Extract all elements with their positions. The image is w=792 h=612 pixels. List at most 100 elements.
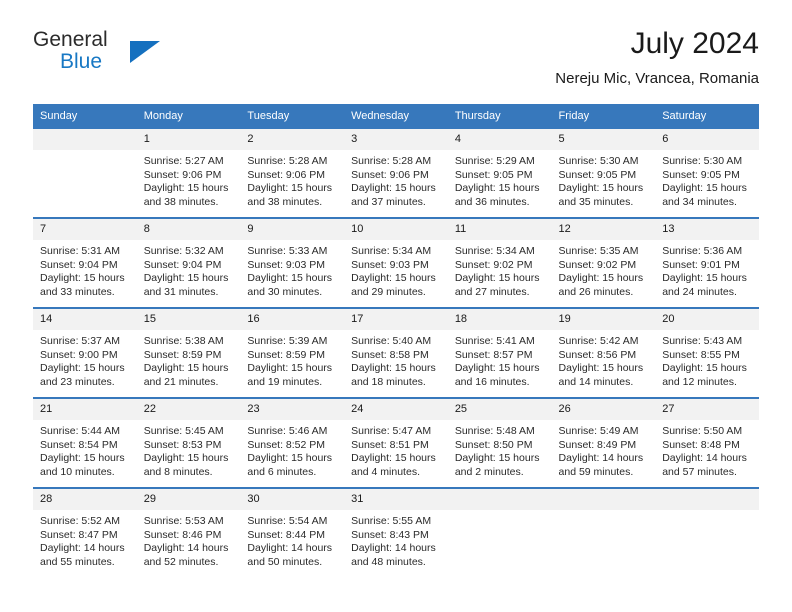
calendar-cell: 23 Sunrise: 5:46 AM Sunset: 8:52 PM Dayligh… [240,397,345,487]
weekday-header-friday: Friday [551,104,656,127]
day-cell[interactable]: 13 Sunrise: 5:36 AM Sunset: 9:01 PM Dayligh… [655,217,759,307]
day-cell[interactable]: 11 Sunrise: 5:34 AM Sunset: 9:02 PM Dayligh… [447,217,552,307]
day-number: 27 [655,399,759,420]
day-cell[interactable]: 31 Sunrise: 5:55 AM Sunset: 8:43 PM Dayligh… [344,487,448,577]
daylight-text: Daylight: 15 hours and 24 minutes. [662,272,747,298]
day-cell[interactable]: 22 Sunrise: 5:45 AM Sunset: 8:53 PM Dayligh… [136,397,241,487]
day-number: 23 [240,399,345,420]
daylight-text: Daylight: 14 hours and 50 minutes. [247,542,333,568]
sunset-text: Sunset: 9:05 PM [454,168,533,181]
day-number: 20 [655,309,759,330]
day-cell[interactable]: 8 Sunrise: 5:32 AM Sunset: 9:04 PM Daylight… [136,217,241,307]
day-cell[interactable]: 7 Sunrise: 5:31 AM Sunset: 9:04 PM Daylight… [33,217,137,307]
day-cell-empty [447,487,552,577]
day-details: Sunrise: 5:34 AM Sunset: 9:02 PM Daylight:… [448,240,552,299]
day-cell[interactable]: 14 Sunrise: 5:37 AM Sunset: 9:00 PM Dayligh… [33,307,137,397]
day-cell[interactable]: 28 Sunrise: 5:52 AM Sunset: 8:47 PM Dayligh… [33,487,137,577]
daylight-text: Daylight: 14 hours and 57 minutes. [662,452,747,478]
day-details: Sunrise: 5:44 AM Sunset: 8:54 PM Daylight:… [33,420,137,479]
day-cell[interactable]: 19 Sunrise: 5:42 AM Sunset: 8:56 PM Dayligh… [551,307,656,397]
day-number [551,489,656,510]
day-cell[interactable]: 23 Sunrise: 5:46 AM Sunset: 8:52 PM Dayligh… [240,397,345,487]
day-cell[interactable]: 15 Sunrise: 5:38 AM Sunset: 8:59 PM Dayligh… [136,307,241,397]
day-number: 12 [551,219,656,240]
calendar-cell: 20 Sunrise: 5:43 AM Sunset: 8:55 PM Dayligh… [655,307,759,397]
sunrise-text: Sunrise: 5:49 AM [558,425,639,437]
day-cell[interactable]: 2 Sunrise: 5:28 AM Sunset: 9:06 PM Daylight… [240,127,345,217]
sunrise-text: Sunrise: 5:37 AM [40,335,120,347]
calendar-cell: 1 Sunrise: 5:27 AM Sunset: 9:06 PM Daylight… [136,127,241,217]
weekday-headers: Sunday Monday Tuesday Wednesday Thursday Frid… [33,104,759,127]
sunset-text: Sunset: 8:52 PM [247,438,326,451]
day-cell[interactable]: 17 Sunrise: 5:40 AM Sunset: 8:58 PM Dayligh… [344,307,448,397]
day-cell[interactable]: 9 Sunrise: 5:33 AM Sunset: 9:03 PM Daylight… [240,217,345,307]
day-cell[interactable]: 18 Sunrise: 5:41 AM Sunset: 8:57 PM Dayligh… [447,307,552,397]
calendar-cell: 18 Sunrise: 5:41 AM Sunset: 8:57 PM Dayligh… [447,307,552,397]
sunset-text: Sunset: 8:47 PM [40,528,118,541]
day-details: Sunrise: 5:39 AM Sunset: 8:59 PM Daylight:… [240,330,344,389]
day-cell[interactable]: 12 Sunrise: 5:35 AM Sunset: 9:02 PM Dayligh… [551,217,656,307]
daylight-text: Daylight: 15 hours and 27 minutes. [454,272,540,298]
sunrise-text: Sunrise: 5:54 AM [247,515,328,527]
day-details: Sunrise: 5:54 AM Sunset: 8:44 PM Daylight:… [240,510,344,569]
day-cell[interactable]: 30 Sunrise: 5:54 AM Sunset: 8:44 PM Dayligh… [240,487,345,577]
daylight-text: Daylight: 15 hours and 4 minutes. [351,452,436,478]
day-cell[interactable]: 5 Sunrise: 5:30 AM Sunset: 9:05 PM Daylight… [551,127,656,217]
day-number: 4 [447,129,552,150]
day-cell[interactable]: 6 Sunrise: 5:30 AM Sunset: 9:05 PM Daylight… [655,127,759,217]
calendar-cell: 13 Sunrise: 5:36 AM Sunset: 9:01 PM Dayligh… [655,217,759,307]
day-number: 17 [344,309,448,330]
calendar-cell: 6 Sunrise: 5:30 AM Sunset: 9:05 PM Daylight… [655,127,759,217]
day-cell[interactable]: 26 Sunrise: 5:49 AM Sunset: 8:49 PM Dayligh… [551,397,656,487]
weekday-header-wednesday: Wednesday [344,104,448,127]
daylight-text: Daylight: 15 hours and 18 minutes. [351,362,436,388]
day-cell[interactable]: 16 Sunrise: 5:39 AM Sunset: 8:59 PM Dayligh… [240,307,345,397]
sunset-text: Sunset: 8:58 PM [351,348,429,361]
calendar-cell [33,127,137,217]
day-cell[interactable]: 1 Sunrise: 5:27 AM Sunset: 9:06 PM Daylight… [136,127,241,217]
day-details: Sunrise: 5:29 AM Sunset: 9:05 PM Daylight:… [448,150,552,209]
day-details: Sunrise: 5:46 AM Sunset: 8:52 PM Daylight:… [240,420,344,479]
calendar-cell [655,487,759,577]
daylight-text: Daylight: 15 hours and 8 minutes. [143,452,229,478]
weekday-header-tuesday: Tuesday [240,104,345,127]
day-details: Sunrise: 5:38 AM Sunset: 8:59 PM Daylight:… [137,330,241,389]
day-cell[interactable]: 24 Sunrise: 5:47 AM Sunset: 8:51 PM Dayligh… [344,397,448,487]
calendar-cell: 3 Sunrise: 5:28 AM Sunset: 9:06 PM Daylight… [344,127,448,217]
sunrise-text: Sunrise: 5:38 AM [143,335,224,347]
daylight-text: Daylight: 15 hours and 33 minutes. [40,272,125,298]
day-number: 8 [136,219,241,240]
day-cell[interactable]: 10 Sunrise: 5:34 AM Sunset: 9:03 PM Dayligh… [344,217,448,307]
calendar-cell: 26 Sunrise: 5:49 AM Sunset: 8:49 PM Dayligh… [551,397,656,487]
brand-logo[interactable]: General Blue [33,28,233,88]
day-cell[interactable]: 20 Sunrise: 5:43 AM Sunset: 8:55 PM Dayligh… [655,307,759,397]
calendar-week-row: 14 Sunrise: 5:37 AM Sunset: 9:00 PM Dayligh… [33,307,759,397]
day-cell[interactable]: 4 Sunrise: 5:29 AM Sunset: 9:05 PM Daylight… [447,127,552,217]
day-details: Sunrise: 5:42 AM Sunset: 8:56 PM Daylight:… [552,330,656,389]
sunrise-text: Sunrise: 5:34 AM [454,245,535,257]
calendar-body: 1 Sunrise: 5:27 AM Sunset: 9:06 PM Daylight… [33,127,759,577]
calendar-cell: 15 Sunrise: 5:38 AM Sunset: 8:59 PM Dayligh… [136,307,241,397]
calendar-page: General Blue July 2024 Nereju Mic, Vranc… [0,0,792,612]
day-cell[interactable]: 3 Sunrise: 5:28 AM Sunset: 9:06 PM Daylight… [344,127,448,217]
day-cell[interactable]: 21 Sunrise: 5:44 AM Sunset: 8:54 PM Dayligh… [33,397,137,487]
calendar-cell: 27 Sunrise: 5:50 AM Sunset: 8:48 PM Dayligh… [655,397,759,487]
day-cell[interactable]: 25 Sunrise: 5:48 AM Sunset: 8:50 PM Dayligh… [447,397,552,487]
sunset-text: Sunset: 9:01 PM [662,258,740,271]
sunrise-text: Sunrise: 5:44 AM [40,425,120,437]
sunrise-text: Sunrise: 5:32 AM [143,245,224,257]
daylight-text: Daylight: 14 hours and 55 minutes. [40,542,125,568]
day-cell[interactable]: 29 Sunrise: 5:53 AM Sunset: 8:46 PM Dayligh… [136,487,241,577]
sunset-text: Sunset: 9:06 PM [247,168,326,181]
day-details: Sunrise: 5:37 AM Sunset: 9:00 PM Daylight:… [33,330,137,389]
day-cell[interactable]: 27 Sunrise: 5:50 AM Sunset: 8:48 PM Dayligh… [655,397,759,487]
day-details: Sunrise: 5:30 AM Sunset: 9:05 PM Daylight:… [655,150,759,209]
day-number: 31 [344,489,448,510]
day-number: 28 [33,489,137,510]
sunset-text: Sunset: 8:48 PM [662,438,740,451]
sunset-text: Sunset: 8:50 PM [454,438,533,451]
calendar-cell: 11 Sunrise: 5:34 AM Sunset: 9:02 PM Dayligh… [447,217,552,307]
weekday-header-saturday: Saturday [655,104,759,127]
sunrise-text: Sunrise: 5:40 AM [351,335,432,347]
day-details: Sunrise: 5:34 AM Sunset: 9:03 PM Daylight:… [344,240,448,299]
